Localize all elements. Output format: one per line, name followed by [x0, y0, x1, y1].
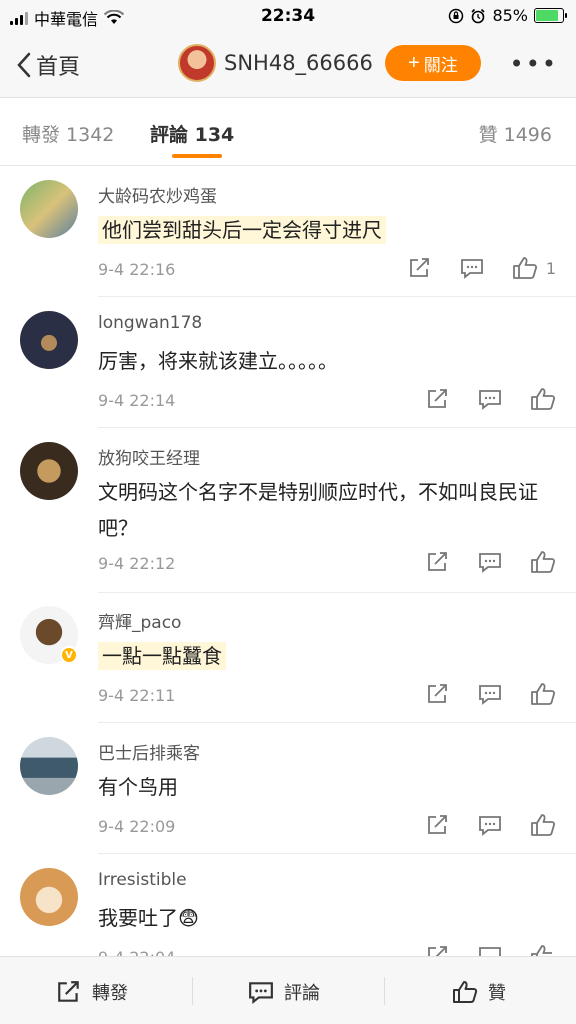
reply-icon[interactable] [478, 683, 502, 705]
repost-icon [58, 981, 79, 1002]
follow-button[interactable]: + 關注 [384, 45, 481, 81]
tab-comments[interactable]: 評論 134 [150, 120, 234, 147]
divider [98, 592, 576, 593]
comment-text: 有个鸟用 [98, 775, 178, 799]
divider [98, 853, 576, 854]
rotation-lock-icon [449, 8, 464, 23]
tab-repost[interactable]: 轉發 1342 [22, 120, 114, 147]
thumbs-up-icon [531, 388, 556, 410]
thumbs-up-icon [531, 551, 556, 573]
tab-indicator [172, 154, 222, 158]
comment-time: 9-4 22:14 [98, 391, 176, 410]
repost-label: 轉發 [92, 983, 128, 1004]
comment-text-content: 他们尝到甜头后一定会得寸进尺 [98, 216, 386, 244]
divider [98, 427, 576, 428]
commenter-avatar[interactable] [20, 737, 78, 795]
comment-text: 厉害，将来就该建立。。。。。 [98, 349, 338, 373]
repost-icon[interactable] [426, 388, 450, 410]
commenter-avatar[interactable] [20, 180, 78, 238]
like-button[interactable]: 1 [512, 256, 556, 280]
like-button[interactable] [530, 550, 556, 574]
divider [98, 296, 576, 297]
comment-actions [426, 682, 556, 706]
repost-icon[interactable] [408, 257, 432, 279]
tab-likes[interactable]: 贊 1496 [479, 120, 552, 147]
battery-percent: 85% [492, 6, 528, 25]
alarm-icon [471, 8, 486, 23]
repost-icon[interactable] [426, 551, 450, 573]
like-label: 贊 [488, 983, 506, 1004]
chevron-left-icon [17, 52, 31, 78]
battery-icon [534, 8, 567, 23]
verified-badge-icon: V [60, 646, 78, 664]
comment-time: 9-4 22:16 [98, 260, 176, 279]
thumbs-up-icon [512, 257, 537, 279]
comment-time: 9-4 22:12 [98, 554, 176, 573]
repost-icon[interactable] [426, 683, 450, 705]
comment-button[interactable]: 評論 [248, 979, 320, 1005]
like-button[interactable] [530, 387, 556, 411]
nav-user: SNH48_66666 + 關注 [178, 44, 481, 82]
separator [384, 977, 385, 1005]
commenter-name[interactable]: Irresistible [98, 870, 187, 890]
like-button[interactable] [530, 813, 556, 837]
comment-actions [426, 550, 556, 574]
comment-text-content: 一點一點蠶食 [98, 642, 226, 670]
more-button[interactable]: ••• [510, 50, 558, 78]
status-right: 85% [448, 6, 567, 25]
comment-actions [426, 387, 556, 411]
plus-icon: + [408, 51, 420, 74]
comment-icon [249, 982, 273, 1004]
comment-time: 9-4 22:09 [98, 817, 176, 836]
user-avatar[interactable] [178, 44, 216, 82]
back-button[interactable]: 首頁 [16, 49, 80, 81]
thumbs-up-icon [531, 814, 556, 836]
commenter-name[interactable]: longwan178 [98, 313, 202, 333]
commenter-avatar[interactable] [20, 311, 78, 369]
bottom-action-bar: 轉發 評論 贊 [0, 956, 576, 1024]
commenter-name[interactable]: 大龄码农炒鸡蛋 [98, 182, 217, 207]
comment-label: 評論 [284, 983, 320, 1004]
like-button[interactable] [530, 682, 556, 706]
nav-title[interactable]: SNH48_66666 [224, 51, 373, 75]
repost-icon[interactable] [426, 814, 450, 836]
thumbs-up-icon [453, 981, 478, 1003]
comment-actions: 1 [408, 256, 556, 280]
divider [98, 722, 576, 723]
separator [192, 977, 193, 1005]
comment-text: 我要吐了😨 [98, 906, 199, 930]
status-bar: 中華電信 22:34 85% [0, 0, 576, 32]
nav-bar: 首頁 SNH48_66666 + 關注 ••• [0, 32, 576, 98]
reply-icon[interactable] [478, 388, 502, 410]
reply-icon[interactable] [478, 551, 502, 573]
commenter-name[interactable]: 放狗咬王经理 [98, 444, 200, 469]
commenter-name[interactable]: 齊輝_paco [98, 608, 181, 633]
tab-bar: 轉發 1342 評論 134 贊 1496 [0, 98, 576, 166]
comment-actions [426, 813, 556, 837]
back-label: 首頁 [36, 55, 81, 80]
like-bottom-button[interactable]: 贊 [452, 979, 506, 1005]
like-count: 1 [545, 258, 556, 278]
reply-icon[interactable] [478, 814, 502, 836]
reply-icon[interactable] [460, 257, 484, 279]
comment-text: 一點一點蠶食 [98, 638, 556, 674]
comment-time: 9-4 22:11 [98, 686, 176, 705]
commenter-name[interactable]: 巴士后排乘客 [98, 739, 200, 764]
comment-text: 他们尝到甜头后一定会得寸进尺 [98, 212, 556, 248]
follow-label: 關注 [423, 55, 458, 75]
comment-text: 文明码这个名字不是特别顺应时代，不如叫良民证吧？ [98, 480, 538, 540]
repost-button[interactable]: 轉發 [56, 979, 128, 1005]
thumbs-up-icon [531, 683, 556, 705]
commenter-avatar[interactable] [20, 442, 78, 500]
commenter-avatar[interactable] [20, 868, 78, 926]
